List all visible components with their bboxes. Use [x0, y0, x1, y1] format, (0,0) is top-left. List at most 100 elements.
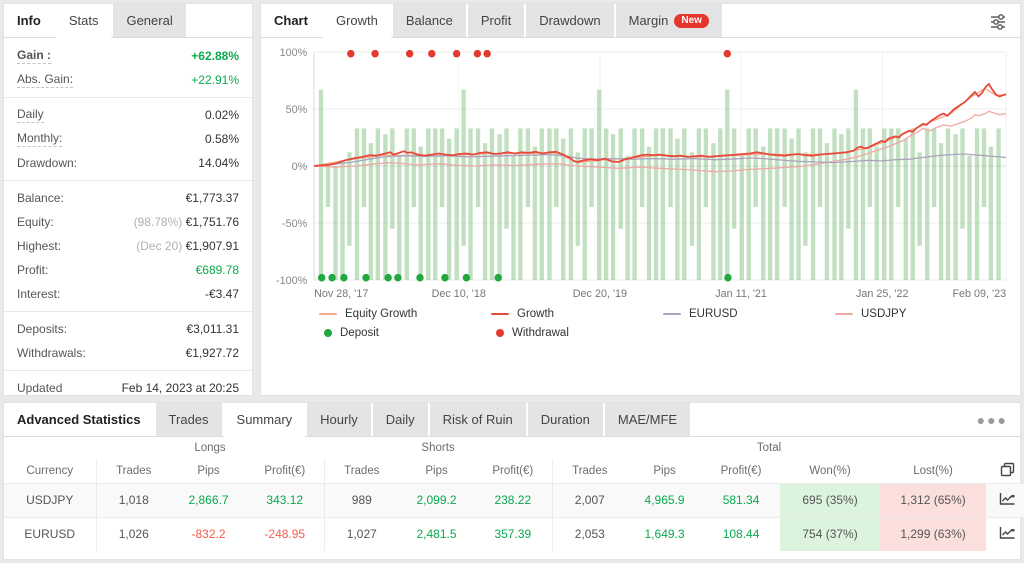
tab-risk-of-ruin[interactable]: Risk of Ruin [429, 403, 526, 436]
x-axis-label: Nov 28, '17 [314, 288, 368, 300]
row-chart-button[interactable] [986, 482, 1024, 517]
shorts-pips-cell: 2,099.2 [399, 482, 475, 517]
balance-value: €1,773.37 [185, 191, 239, 205]
total-profit-cell: 581.34 [702, 482, 781, 517]
y-axis-label: 0% [292, 161, 308, 173]
tab-margin-label: Margin [628, 13, 669, 28]
copy-table-button[interactable] [986, 459, 1024, 483]
x-axis-label: Dec 10, '18 [432, 288, 486, 300]
legend-withdrawal[interactable]: Withdrawal [491, 327, 663, 339]
stat-row-equity: Equity: (98.78%) €1,751.76 [4, 210, 252, 234]
top-row: Info Stats General Gain : +62.88% Abs. G… [0, 0, 1024, 419]
table-group-header-row: Longs Shorts Total [4, 437, 1024, 459]
tab-margin[interactable]: Margin New [615, 4, 722, 37]
row-chart-button[interactable] [986, 516, 1024, 551]
deposits-label: Deposits: [17, 322, 68, 336]
highest-value: (Dec 20) €1,907.91 [136, 239, 239, 253]
stat-row-highest: Highest: (Dec 20) €1,907.91 [4, 234, 252, 258]
stat-row-deposits: Deposits: €3,011.31 [4, 317, 252, 341]
currency-cell: USDJPY [4, 482, 96, 517]
col-shorts-pips: Pips [425, 464, 448, 477]
shorts-profit-cell: 238.22 [474, 482, 553, 517]
tab-trades[interactable]: Trades [155, 403, 222, 436]
eurusd-swatch [663, 313, 681, 315]
total-trades-cell: 2,053 [551, 516, 628, 551]
tabbar-spacer [724, 4, 976, 37]
gain-value: +62.88% [191, 49, 239, 63]
chart-panel: Chart Growth Balance Profit Drawdown Mar… [260, 3, 1021, 396]
col-longs-profit: Profit(€) [264, 464, 306, 477]
balance-label: Balance: [17, 191, 64, 205]
total-pips-cell: 4,965.9 [627, 482, 703, 517]
stat-row-monthly: Monthly: 0.58% [4, 127, 252, 151]
tab-stats[interactable]: Stats [55, 4, 112, 38]
tab-balance[interactable]: Balance [392, 4, 466, 37]
copy-icon [1000, 462, 1014, 476]
lost-cell: 1,312 (65%) [880, 482, 987, 517]
growth-line [314, 83, 1007, 167]
divider [4, 180, 252, 181]
x-axis-label: Feb 09, '23 [952, 288, 1006, 300]
tab-chart[interactable]: Chart [261, 4, 321, 37]
deposits-value: €3,011.31 [186, 322, 240, 336]
col-longs-pips: Pips [197, 464, 220, 477]
empty-header [986, 437, 1024, 459]
shorts-trades-cell: 989 [323, 482, 400, 517]
growth-chart-area: 100% 50% 0% -50% -100% Nov 28, '17 Dec 10, '18… [261, 38, 1020, 339]
col-shorts-trades: Trades [323, 459, 400, 483]
legend-deposit[interactable]: Deposit [319, 327, 491, 339]
stat-row-drawdown: Drawdown: 14.04% [4, 151, 252, 175]
advanced-statistics-title: Advanced Statistics [4, 403, 154, 436]
mini-chart-icon [999, 492, 1015, 505]
equity-label: Equity: [17, 215, 54, 229]
deposit-swatch [324, 329, 332, 337]
stat-row-daily: Daily 0.02% [4, 103, 252, 127]
legend-usdjpy-label: USDJPY [861, 308, 907, 320]
tab-drawdown[interactable]: Drawdown [526, 4, 614, 37]
y-axis-label: -100% [276, 275, 308, 287]
exposure-bars-layer [318, 89, 1001, 280]
legend-growth[interactable]: Growth [491, 308, 663, 320]
tab-summary[interactable]: Summary [223, 403, 306, 437]
legend-eurusd[interactable]: EURUSD [663, 308, 835, 320]
stat-row-interest: Interest: -€3.47 [4, 282, 252, 306]
tab-mae-mfe[interactable]: MAE/MFE [604, 403, 691, 436]
tab-hourly[interactable]: Hourly [307, 403, 371, 436]
withdrawals-label: Withdrawals: [17, 346, 86, 360]
tab-general[interactable]: General [113, 4, 186, 37]
withdrawal-swatch [496, 329, 504, 337]
x-axis-label: Jan 25, '22 [856, 288, 908, 300]
tab-daily[interactable]: Daily [372, 403, 428, 436]
table-row-usdjpy[interactable]: USDJPY 1,018 2,866.7 343.12 989 2,099.2 … [4, 482, 1024, 517]
longs-profit-cell: 343.12 [246, 482, 325, 517]
currency-cell: EURUSD [4, 516, 96, 551]
withdrawal-dots [347, 49, 731, 58]
longs-profit-cell: -248.95 [246, 516, 325, 551]
chart-settings-button[interactable] [976, 4, 1020, 37]
shorts-group-header: Shorts [421, 442, 455, 454]
col-total-pips: Pips [653, 464, 676, 477]
interest-label: Interest: [17, 287, 61, 301]
gain-label: Gain : [17, 48, 52, 64]
growth-chart-canvas[interactable]: 100% 50% 0% -50% -100% Nov 28, '17 Dec 10, '18… [263, 42, 1014, 304]
account-stats-panel: Info Stats General Gain : +62.88% Abs. G… [3, 3, 253, 419]
tab-info[interactable]: Info [4, 4, 54, 37]
new-badge: New [674, 13, 709, 28]
shorts-profit-cell: 357.39 [474, 516, 553, 551]
tab-growth[interactable]: Growth [322, 4, 391, 38]
tab-profit[interactable]: Profit [467, 4, 525, 37]
stat-row-profit: Profit: €689.78 [4, 258, 252, 282]
legend-usdjpy[interactable]: USDJPY [835, 308, 1007, 320]
equity-value: (98.78%) €1,751.76 [133, 215, 239, 229]
equity-percent: (98.78%) [133, 215, 183, 229]
table-row-eurusd[interactable]: EURUSD 1,026 -832.2 -248.95 1,027 2,481.… [4, 516, 1024, 551]
legend-equity-growth[interactable]: Equity Growth [319, 308, 491, 320]
col-total-trades: Trades [551, 459, 628, 483]
tab-duration[interactable]: Duration [527, 403, 603, 436]
empty-header [4, 437, 96, 459]
updated-value: Feb 14, 2023 at 20:25 [121, 381, 239, 395]
usdjpy-swatch [835, 313, 853, 315]
highest-label: Highest: [17, 239, 62, 253]
more-options-icon[interactable]: ●●● [965, 403, 1020, 436]
profit-label: Profit: [17, 263, 49, 277]
